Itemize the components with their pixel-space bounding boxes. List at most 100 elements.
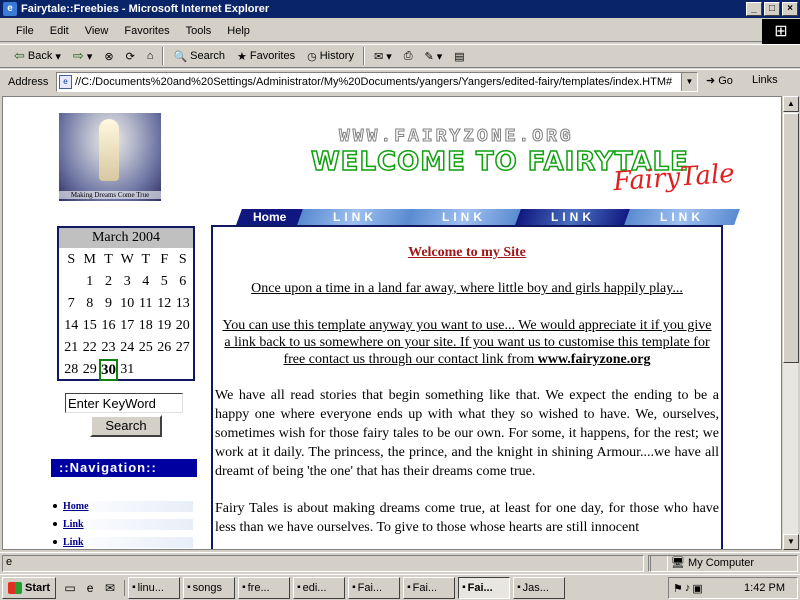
status-page-icon: e <box>6 556 13 568</box>
calendar-day: 25 <box>138 340 153 355</box>
menu-tools[interactable]: Tools <box>178 25 220 37</box>
print-button[interactable]: ⎙ <box>398 45 419 67</box>
vertical-scrollbar[interactable]: ▲ ▼ <box>782 96 799 550</box>
site-url-banner: WWW.FAIRYZONE.ORG <box>339 127 574 148</box>
tab-link-3[interactable]: LINK <box>515 209 631 225</box>
close-button[interactable]: × <box>782 2 798 16</box>
tab-link-1[interactable]: LINK <box>297 209 413 225</box>
calendar-weekday: M <box>83 252 96 267</box>
history-button[interactable]: ◷ History <box>301 45 360 67</box>
tab-link-2[interactable]: LINK <box>406 209 522 225</box>
forward-arrow-icon: ⇨ <box>72 48 84 63</box>
tab-home-label: Home <box>253 210 287 224</box>
calendar-day: 8 <box>86 296 94 311</box>
security-zone: 🖥 My Computer <box>650 555 798 572</box>
links-button[interactable]: Links <box>752 74 778 86</box>
outlook-quicklaunch-icon[interactable]: ✉ <box>102 580 118 596</box>
task-window-icon: ▪ <box>242 582 246 593</box>
address-dropdown-icon[interactable]: ▼ <box>681 73 697 91</box>
taskbar-button[interactable]: ▪ edi... <box>293 576 346 599</box>
taskbar-button[interactable]: ▪ Fai... <box>403 576 456 599</box>
scroll-down-icon[interactable]: ▼ <box>783 534 799 550</box>
discuss-button[interactable]: ▤ <box>448 45 470 67</box>
tab-link-4[interactable]: LINK <box>624 209 740 225</box>
task-label: Fai... <box>412 581 438 594</box>
task-label: Jas... <box>522 581 549 594</box>
taskbar-button[interactable]: ▪ linu... <box>128 576 181 599</box>
calendar-day: 7 <box>67 296 75 311</box>
home-button[interactable]: ⌂ <box>141 45 160 67</box>
task-window-icon: ▪ <box>297 582 301 593</box>
scroll-thumb[interactable] <box>783 113 799 363</box>
clock: 1:42 PM <box>744 582 785 594</box>
address-input[interactable]: e //C:/Documents%20and%20Settings/Admini… <box>56 72 698 92</box>
task-window-icon: ▪ <box>187 582 191 593</box>
calendar-day: 4 <box>142 274 150 289</box>
menu-edit[interactable]: Edit <box>42 25 77 37</box>
calendar-day: 26 <box>157 340 172 355</box>
home-icon: ⌂ <box>146 50 154 62</box>
task-window-icon: ▪ <box>462 582 466 593</box>
address-label: Address <box>8 75 49 88</box>
template-usage-text: You can use this template anyway you wan… <box>215 317 719 368</box>
stop-button[interactable]: ⊗ <box>98 45 119 67</box>
task-window-icon: ▪ <box>132 582 136 593</box>
start-button[interactable]: Start <box>2 576 57 599</box>
edit-button[interactable]: ✎ ▾ <box>419 45 449 67</box>
calendar-widget: March 2004 S M T W T F S 1 2 3 4 5 6 7 8 9 10 11 12 13 14 15 1… <box>57 226 195 381</box>
forward-dropdown-icon[interactable]: ▾ <box>87 50 93 63</box>
ie-icon: e <box>3 2 17 16</box>
window-titlebar: e Fairytale::Freebies - Microsoft Intern… <box>0 0 800 18</box>
menu-help[interactable]: Help <box>219 25 258 37</box>
mail-button[interactable]: ✉ ▾ <box>368 45 398 67</box>
nav-link-1[interactable]: Link <box>63 518 193 530</box>
back-dropdown-icon[interactable]: ▾ <box>55 50 61 63</box>
menu-favorites[interactable]: Favorites <box>116 25 177 37</box>
forward-button[interactable]: ⇨ ▾ <box>67 45 98 67</box>
standard-toolbar: ⇦ Back ▾ ⇨ ▾ ⊗ ⟳ ⌂ 🔍 Search ★ Favorites … <box>0 44 800 68</box>
menu-view[interactable]: View <box>77 25 117 37</box>
logo-caption: Making Dreams Come True <box>59 191 161 199</box>
nav-link-home[interactable]: Home <box>63 500 193 512</box>
back-button[interactable]: ⇦ Back ▾ <box>8 45 67 67</box>
keyword-search-input[interactable] <box>65 393 183 413</box>
toolbar-separator <box>362 47 365 65</box>
task-window-icon: ▪ <box>517 582 521 593</box>
refresh-button[interactable]: ⟳ <box>120 45 141 67</box>
search-button[interactable]: 🔍 Search <box>167 45 231 67</box>
fairyzone-link[interactable]: www.fairyzone.org <box>538 352 651 367</box>
calendar-day: 6 <box>179 274 187 289</box>
favorites-button[interactable]: ★ Favorites <box>231 45 301 67</box>
taskbar-button[interactable]: ▪ Fai... <box>458 576 511 599</box>
tab-home[interactable]: Home <box>236 209 304 225</box>
calendar-grid: S M T W T F S 1 2 3 4 5 6 7 8 9 10 11 12 13 14 15 16 17 18 19 20 21… <box>59 248 193 381</box>
monitor-icon[interactable]: ▣ <box>692 582 702 595</box>
calendar-day: 3 <box>123 274 131 289</box>
page-icon: e <box>59 75 72 89</box>
taskbar-button[interactable]: ▪ Fai... <box>348 576 401 599</box>
network-icon[interactable]: ⚑ <box>673 582 683 595</box>
show-desktop-icon[interactable]: ▭ <box>62 580 78 596</box>
taskbar-button[interactable]: ▪ songs <box>183 576 236 599</box>
ie-quicklaunch-icon[interactable]: e <box>82 580 98 596</box>
calendar-day: 21 <box>64 340 79 355</box>
task-label: fre... <box>247 581 270 594</box>
calendar-day: 24 <box>120 340 135 355</box>
nav-item-home: Home <box>53 497 193 515</box>
keyword-search-button[interactable]: Search <box>90 415 162 437</box>
calendar-day: 18 <box>138 318 153 333</box>
scroll-up-icon[interactable]: ▲ <box>783 96 799 112</box>
taskbar-button[interactable]: ▪ fre... <box>238 576 291 599</box>
nav-link-2[interactable]: Link <box>63 536 193 548</box>
calendar-day: 12 <box>157 296 172 311</box>
task-label: Fai... <box>357 581 383 594</box>
volume-icon[interactable]: ♪ <box>685 582 691 595</box>
go-button[interactable]: ➜ Go <box>706 74 733 88</box>
minimize-button[interactable]: _ <box>746 2 762 16</box>
calendar-day: 11 <box>139 296 153 311</box>
calendar-day: 17 <box>120 318 135 333</box>
menu-file[interactable]: File <box>8 25 42 37</box>
maximize-button[interactable]: □ <box>764 2 780 16</box>
taskbar-button[interactable]: ▪ Jas... <box>513 576 566 599</box>
window-title: Fairytale::Freebies - Microsoft Internet… <box>21 3 270 15</box>
